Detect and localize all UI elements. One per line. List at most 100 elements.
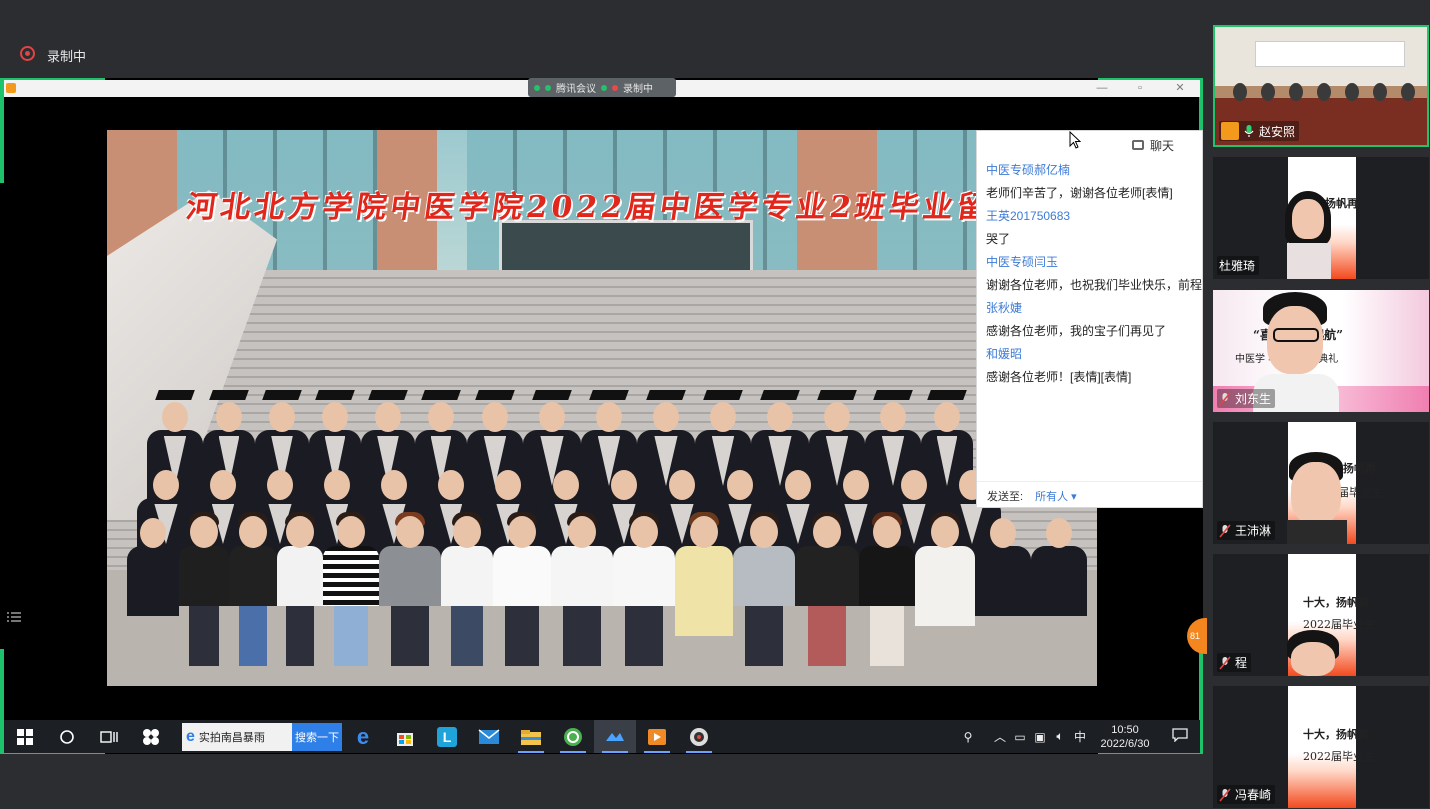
participant-name-tag: 刘东生 (1217, 389, 1276, 408)
close-icon[interactable]: ✕ (1172, 81, 1188, 95)
participant-name-tag: 冯春崎 (1217, 785, 1276, 804)
room-screen (1255, 41, 1405, 67)
participant-name-tag: 程 (1217, 653, 1252, 672)
taskbar-search-button[interactable]: 搜索一下 (292, 722, 342, 751)
participant-tile[interactable]: 十大，扬帆再 2022届毕业生 程 (1213, 554, 1429, 676)
participant-name: 刘东生 (1235, 392, 1272, 406)
participant-face (1291, 642, 1335, 676)
minimize-icon[interactable]: — (1094, 81, 1110, 95)
participant-tile[interactable]: 十大，扬帆再 2022届毕业生 王沛淋 (1213, 422, 1429, 544)
mic-muted-icon (1219, 391, 1231, 406)
chat-sender[interactable]: 张秋婕 (986, 297, 1193, 320)
poster-background (1288, 686, 1356, 808)
signal-icon (534, 84, 540, 91)
participant-face (1292, 199, 1324, 239)
poster-text: 十大，扬帆再 (1303, 728, 1369, 741)
participant-name: 冯春崎 (1235, 788, 1272, 802)
meeting-app-label: 腾讯会议 (556, 84, 596, 95)
maximize-icon[interactable]: ▫ (1132, 81, 1148, 95)
participant-name: 程 (1235, 656, 1248, 670)
meeting-status-pill[interactable]: 腾讯会议 录制中 (528, 78, 676, 97)
record-icon (20, 46, 35, 61)
chat-sender[interactable]: 中医专硕闫玉 (986, 251, 1193, 274)
list-icon[interactable] (7, 610, 21, 622)
participant-name: 王沛淋 (1235, 524, 1272, 538)
mic-muted-icon (1219, 655, 1231, 670)
participant-tile[interactable]: 扬帆再 杜雅琦 (1213, 157, 1429, 279)
people-icon[interactable]: ⚲ (958, 730, 978, 744)
edge-icon[interactable]: e (342, 720, 384, 753)
chat-header: 聊天 (977, 131, 1202, 159)
ie-icon: e (186, 727, 195, 745)
chevron-up-icon[interactable]: ︿ (990, 728, 1010, 745)
participant-face (1291, 462, 1341, 524)
poster-subtext: 2022届毕业生 (1303, 750, 1375, 763)
chat-panel: 聊天 中医专硕郝亿楠 老师们辛苦了，谢谢各位老师[表情] 王英201750683… (976, 130, 1203, 508)
participant-name: 赵安照 (1259, 124, 1296, 139)
windows-taskbar: e 实拍南昌暴雨 搜索一下 e L ⚲ ︿ ▭ ▣ 🔈︎ 中 10:50 202… (4, 720, 1200, 753)
chat-icon (1131, 140, 1144, 150)
video-player-icon[interactable] (636, 720, 678, 753)
send-to-dropdown[interactable]: 所有人 ▾ (1035, 488, 1077, 504)
tencent-meeting-icon[interactable] (594, 720, 636, 753)
chat-message-list[interactable]: 中医专硕郝亿楠 老师们辛苦了，谢谢各位老师[表情] 王英201750683 哭了… (977, 159, 1202, 389)
record-icon (612, 84, 618, 91)
poster-text: 十大，扬帆再 (1303, 596, 1369, 609)
participant-name: 杜雅琦 (1219, 259, 1256, 273)
meeting-rec-label: 录制中 (623, 84, 653, 95)
clock-time: 10:50 (1111, 723, 1139, 736)
chat-sender[interactable]: 和媛昭 (986, 343, 1193, 366)
participant-body (1287, 243, 1331, 279)
battery-icon[interactable]: ▭ (1010, 730, 1030, 744)
chat-sender[interactable]: 王英201750683 (986, 205, 1193, 228)
l-app-icon[interactable]: L (426, 720, 468, 753)
browser-green-icon[interactable] (552, 720, 594, 753)
file-explorer-icon[interactable] (510, 720, 552, 753)
store-icon[interactable] (384, 720, 426, 753)
clock-date: 2022/6/30 (1100, 737, 1150, 750)
cortana-icon[interactable] (46, 720, 88, 753)
send-to-label: 发送至: (987, 490, 1024, 503)
chat-message-text: 感谢各位老师，我的宝子们再见了 (986, 324, 1167, 338)
ime-indicator[interactable]: 中 (1070, 728, 1090, 745)
user-avatar-icon (1221, 122, 1239, 140)
mail-icon[interactable] (468, 720, 510, 753)
participant-tile[interactable]: “喜 扬帆再起航” 中医学 毕业生毕业典礼 刘东生 (1213, 290, 1429, 412)
app-icon (6, 83, 16, 93)
music-player-icon[interactable] (678, 720, 720, 753)
network-icon (545, 84, 551, 91)
taskbar-search-text: 实拍南昌暴雨 (198, 731, 265, 744)
pinwheel-icon[interactable] (130, 720, 172, 753)
glasses-icon (1273, 328, 1319, 342)
participant-body (1287, 520, 1347, 544)
participant-name-tag: 赵安照 (1219, 121, 1300, 141)
recording-label: 录制中 (47, 49, 87, 64)
chat-title: 聊天 (1149, 138, 1174, 153)
taskbar-search-input[interactable]: e 实拍南昌暴雨 (182, 722, 292, 751)
chat-message-text: 感谢各位老师！[表情][表情] (986, 370, 1132, 384)
participant-tile[interactable]: 十大，扬帆再 2022届毕业生 冯春崎 (1213, 686, 1429, 808)
participant-tile[interactable]: 赵安照 (1213, 25, 1429, 147)
status-dot-icon (601, 84, 607, 91)
chat-sender[interactable]: 中医专硕郝亿楠 (986, 159, 1193, 182)
taskbar-search[interactable]: e 实拍南昌暴雨 搜索一下 (182, 722, 342, 751)
network-icon[interactable]: ▣ (1030, 730, 1050, 744)
chat-message-text: 老师们辛苦了，谢谢各位老师[表情] (986, 186, 1173, 200)
poster-text: 扬帆再 (1325, 197, 1358, 210)
clock[interactable]: 10:50 2022/6/30 (1090, 723, 1160, 751)
mic-muted-icon (1219, 787, 1231, 802)
task-view-icon[interactable] (88, 720, 130, 753)
graduation-photo: 河北北方学院中医学院2022届中医学专业2班毕业留念 (107, 130, 1097, 686)
notifications-icon[interactable] (1160, 728, 1200, 745)
recording-bar: 录制中 (0, 0, 1205, 78)
mic-icon (1244, 125, 1254, 137)
room-attendees (1215, 83, 1427, 113)
chat-footer: 发送至: 所有人 ▾ (977, 481, 1202, 507)
participant-name-tag: 杜雅琦 (1217, 256, 1260, 275)
participant-name-tag: 王沛淋 (1217, 521, 1276, 540)
volume-icon[interactable]: 🔈︎ (1050, 729, 1070, 744)
mic-muted-icon (1219, 523, 1231, 538)
start-button[interactable] (4, 720, 46, 753)
floating-badge[interactable]: 81 (1187, 618, 1207, 654)
system-tray: ⚲ ︿ ▭ ▣ 🔈︎ 中 10:50 2022/6/30 (958, 720, 1200, 753)
